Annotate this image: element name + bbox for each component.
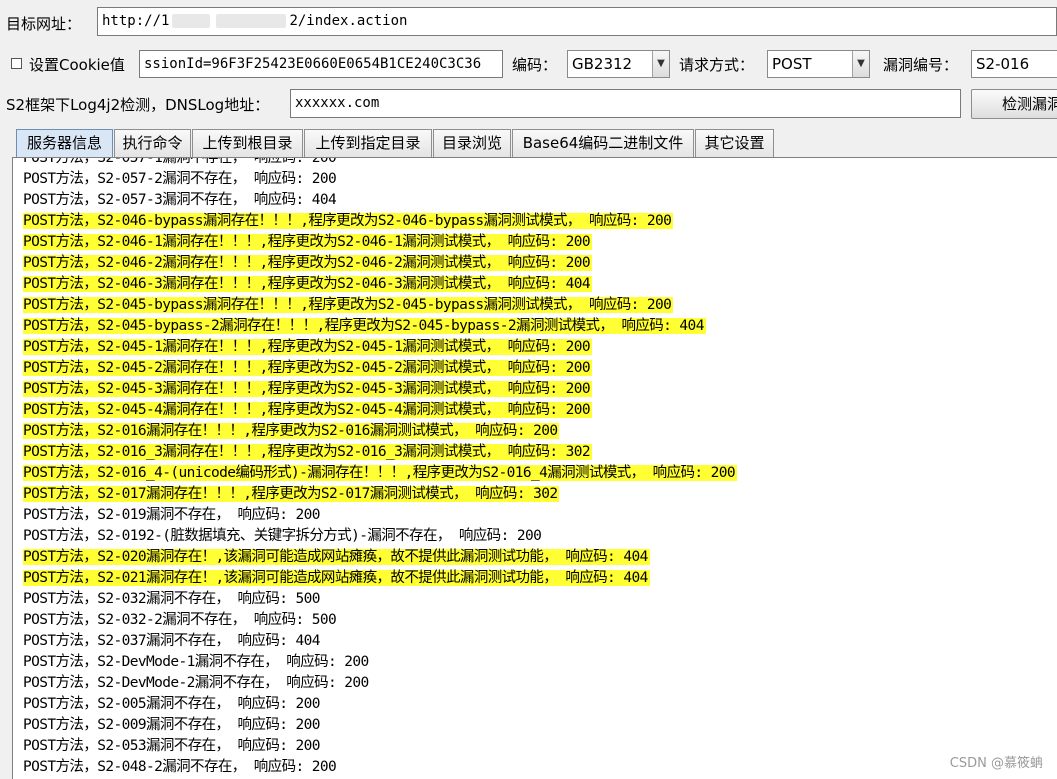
output-line-text: POST方法，S2-045-3漏洞存在！！！,程序更改为S2-045-3漏洞测试…: [23, 381, 593, 397]
output-textarea[interactable]: POST方法，S2-057-1漏洞不存在， 响应码: 200 POST方法，S2-…: [12, 157, 1057, 779]
method-label: 请求方式：: [679, 56, 755, 74]
output-line: POST方法，S2-009漏洞不存在， 响应码: 200: [23, 715, 737, 736]
output-line: POST方法，S2-016_3漏洞存在！！！,程序更改为S2-016_3漏洞测试…: [23, 442, 737, 463]
output-line-text: POST方法，S2-0192-(脏数据填充、关键字拆分方式)-漏洞不存在， 响应…: [23, 528, 542, 544]
output-line-text: POST方法，S2-046-2漏洞存在！！！,程序更改为S2-046-2漏洞测试…: [23, 255, 593, 271]
output-line-text: POST方法，S2-046-1漏洞存在！！！,程序更改为S2-046-1漏洞测试…: [23, 234, 593, 250]
tab-upload-root[interactable]: 上传到根目录: [192, 129, 303, 157]
output-line-text: POST方法，S2-016_4-(unicode编码形式)-漏洞存在！！！,程序…: [23, 465, 738, 481]
output-line-text: POST方法，S2-005漏洞不存在， 响应码: 200: [23, 696, 320, 712]
output-line-text: POST方法，S2-019漏洞不存在， 响应码: 200: [23, 507, 320, 523]
log4j-row: S2框架下Log4j2检测，DNSLog地址： xxxxxx.com 检测漏洞: [0, 86, 1057, 124]
method-select[interactable]: POST ▼: [767, 50, 870, 78]
output-line: POST方法，S2-045-bypass-2漏洞存在！！！,程序更改为S2-04…: [23, 316, 737, 337]
detect-button[interactable]: 检测漏洞: [971, 89, 1057, 119]
cookie-label: 设置Cookie值: [29, 56, 125, 74]
vuln-select[interactable]: S2-016: [971, 50, 1057, 78]
output-lines: POST方法，S2-057-1漏洞不存在， 响应码: 200 POST方法，S2-…: [23, 157, 738, 778]
log4j-label: S2框架下Log4j2检测，DNSLog地址：: [6, 96, 270, 114]
output-line: POST方法，S2-046-3漏洞存在！！！,程序更改为S2-046-3漏洞测试…: [23, 274, 737, 295]
cookie-checkbox[interactable]: [11, 58, 22, 69]
output-line: POST方法，S2-DevMode-2漏洞不存在， 响应码: 200: [23, 673, 737, 694]
output-line: POST方法，S2-016漏洞存在！！！,程序更改为S2-016漏洞测试模式， …: [23, 421, 737, 442]
encoding-select[interactable]: GB2312 ▼: [567, 50, 670, 78]
encoding-value: GB2312: [572, 55, 633, 73]
options-row: 设置Cookie值 ssionId=96F3F25423E0660E0654B1…: [0, 44, 1057, 86]
output-line-text: POST方法，S2-DevMode-1漏洞不存在， 响应码: 200: [23, 654, 369, 670]
tab-base64[interactable]: Base64编码二进制文件: [512, 129, 694, 157]
output-line-text: POST方法，S2-045-bypass-2漏洞存在！！！,程序更改为S2-04…: [23, 318, 706, 334]
output-line: POST方法，S2-005漏洞不存在， 响应码: 200: [23, 694, 737, 715]
output-line-text: POST方法，S2-045-2漏洞存在！！！,程序更改为S2-045-2漏洞测试…: [23, 360, 593, 376]
output-line: POST方法，S2-021漏洞存在！,该漏洞可能造成网站瘫痪，故不提供此漏洞测试…: [23, 568, 737, 589]
output-line: POST方法，S2-DevMode-1漏洞不存在， 响应码: 200: [23, 652, 737, 673]
output-line-text: POST方法，S2-048-2漏洞不存在， 响应码: 200: [23, 759, 337, 775]
output-line: POST方法，S2-048-2漏洞不存在， 响应码: 200: [23, 757, 737, 778]
output-line-text: POST方法，S2-016_3漏洞存在！！！,程序更改为S2-016_3漏洞测试…: [23, 444, 593, 460]
output-line-text: POST方法，S2-017漏洞存在！！！,程序更改为S2-017漏洞测试模式， …: [23, 486, 560, 502]
output-line-text: POST方法，S2-046-bypass漏洞存在！！！,程序更改为S2-046-…: [23, 213, 674, 229]
encoding-label: 编码：: [512, 56, 558, 74]
output-line-text: POST方法，S2-032-2漏洞不存在， 响应码: 500: [23, 612, 337, 628]
output-line-text: POST方法，S2-DevMode-2漏洞不存在， 响应码: 200: [23, 675, 369, 691]
output-line-text: POST方法，S2-045-1漏洞存在！！！,程序更改为S2-045-1漏洞测试…: [23, 339, 593, 355]
output-line: POST方法，S2-037漏洞不存在， 响应码: 404: [23, 631, 737, 652]
output-line: POST方法，S2-057-1漏洞不存在， 响应码: 200: [23, 157, 737, 169]
output-line-text: POST方法，S2-021漏洞存在！,该漏洞可能造成网站瘫痪，故不提供此漏洞测试…: [23, 570, 650, 586]
output-line: POST方法，S2-020漏洞存在！,该漏洞可能造成网站瘫痪，故不提供此漏洞测试…: [23, 547, 737, 568]
output-line: POST方法，S2-046-2漏洞存在！！！,程序更改为S2-046-2漏洞测试…: [23, 253, 737, 274]
output-line: POST方法，S2-045-4漏洞存在！！！,程序更改为S2-045-4漏洞测试…: [23, 400, 737, 421]
vuln-label: 漏洞编号：: [883, 56, 959, 74]
method-value: POST: [772, 55, 812, 73]
output-line-text: POST方法，S2-045-4漏洞存在！！！,程序更改为S2-045-4漏洞测试…: [23, 402, 593, 418]
output-line-text: POST方法，S2-046-3漏洞存在！！！,程序更改为S2-046-3漏洞测试…: [23, 276, 593, 292]
output-line: POST方法，S2-045-3漏洞存在！！！,程序更改为S2-045-3漏洞测试…: [23, 379, 737, 400]
output-line-text: POST方法，S2-037漏洞不存在， 响应码: 404: [23, 633, 320, 649]
output-line-text: POST方法，S2-053漏洞不存在， 响应码: 200: [23, 738, 320, 754]
output-line: POST方法，S2-045-1漏洞存在！！！,程序更改为S2-045-1漏洞测试…: [23, 337, 737, 358]
output-line: POST方法，S2-045-2漏洞存在！！！,程序更改为S2-045-2漏洞测试…: [23, 358, 737, 379]
output-line: POST方法，S2-053漏洞不存在， 响应码: 200: [23, 736, 737, 757]
target-url-suffix: 2/index.action: [289, 13, 408, 29]
output-line: POST方法，S2-019漏洞不存在， 响应码: 200: [23, 505, 737, 526]
target-url-prefix: http://1: [102, 13, 170, 29]
tab-dir-browse[interactable]: 目录浏览: [433, 129, 511, 157]
vuln-value: S2-016: [976, 55, 1030, 73]
tab-other-settings[interactable]: 其它设置: [695, 129, 774, 157]
output-line-text: POST方法，S2-016漏洞存在！！！,程序更改为S2-016漏洞测试模式， …: [23, 423, 560, 439]
output-line-text: POST方法，S2-009漏洞不存在， 响应码: 200: [23, 717, 320, 733]
target-url-row: 目标网址： http://1 2/index.action: [0, 0, 1057, 44]
dnslog-input[interactable]: xxxxxx.com: [290, 89, 961, 118]
redacted-segment: [172, 14, 211, 28]
output-line-text: POST方法，S2-057-3漏洞不存在， 响应码: 404: [23, 192, 337, 208]
target-url-input[interactable]: http://1 2/index.action: [97, 7, 1057, 36]
output-line-text: POST方法，S2-057-1漏洞不存在， 响应码: 200: [23, 157, 337, 166]
tab-execute-command[interactable]: 执行命令: [114, 129, 191, 157]
output-line: POST方法，S2-057-3漏洞不存在， 响应码: 404: [23, 190, 737, 211]
output-line-text: POST方法，S2-020漏洞存在！,该漏洞可能造成网站瘫痪，故不提供此漏洞测试…: [23, 549, 650, 565]
app-window: 目标网址： http://1 2/index.action 设置Cookie值 s…: [0, 0, 1057, 779]
output-line: POST方法，S2-046-1漏洞存在！！！,程序更改为S2-046-1漏洞测试…: [23, 232, 737, 253]
tab-server-info[interactable]: 服务器信息: [16, 129, 113, 157]
chevron-down-icon[interactable]: ▼: [852, 51, 869, 77]
output-line: POST方法，S2-046-bypass漏洞存在！！！,程序更改为S2-046-…: [23, 211, 737, 232]
target-url-label: 目标网址：: [6, 15, 82, 33]
watermark: CSDN @慕筱蚺: [949, 756, 1043, 771]
tab-upload-dir[interactable]: 上传到指定目录: [304, 129, 432, 157]
output-line-text: POST方法，S2-057-2漏洞不存在， 响应码: 200: [23, 171, 337, 187]
output-line: POST方法，S2-045-bypass漏洞存在！！！,程序更改为S2-045-…: [23, 295, 737, 316]
output-line: POST方法，S2-032-2漏洞不存在， 响应码: 500: [23, 610, 737, 631]
redacted-segment: [216, 14, 287, 28]
cookie-input[interactable]: ssionId=96F3F25423E0660E0654B1CE240C3C36: [139, 50, 503, 78]
output-line: POST方法，S2-057-2漏洞不存在， 响应码: 200: [23, 169, 737, 190]
output-line: POST方法，S2-0192-(脏数据填充、关键字拆分方式)-漏洞不存在， 响应…: [23, 526, 737, 547]
output-line-text: POST方法，S2-032漏洞不存在， 响应码: 500: [23, 591, 320, 607]
output-line: POST方法，S2-017漏洞存在！！！,程序更改为S2-017漏洞测试模式， …: [23, 484, 737, 505]
chevron-down-icon[interactable]: ▼: [652, 51, 669, 77]
output-line-text: POST方法，S2-045-bypass漏洞存在！！！,程序更改为S2-045-…: [23, 297, 674, 313]
output-line: POST方法，S2-032漏洞不存在， 响应码: 500: [23, 589, 737, 610]
output-line: POST方法，S2-016_4-(unicode编码形式)-漏洞存在！！！,程序…: [23, 463, 738, 484]
